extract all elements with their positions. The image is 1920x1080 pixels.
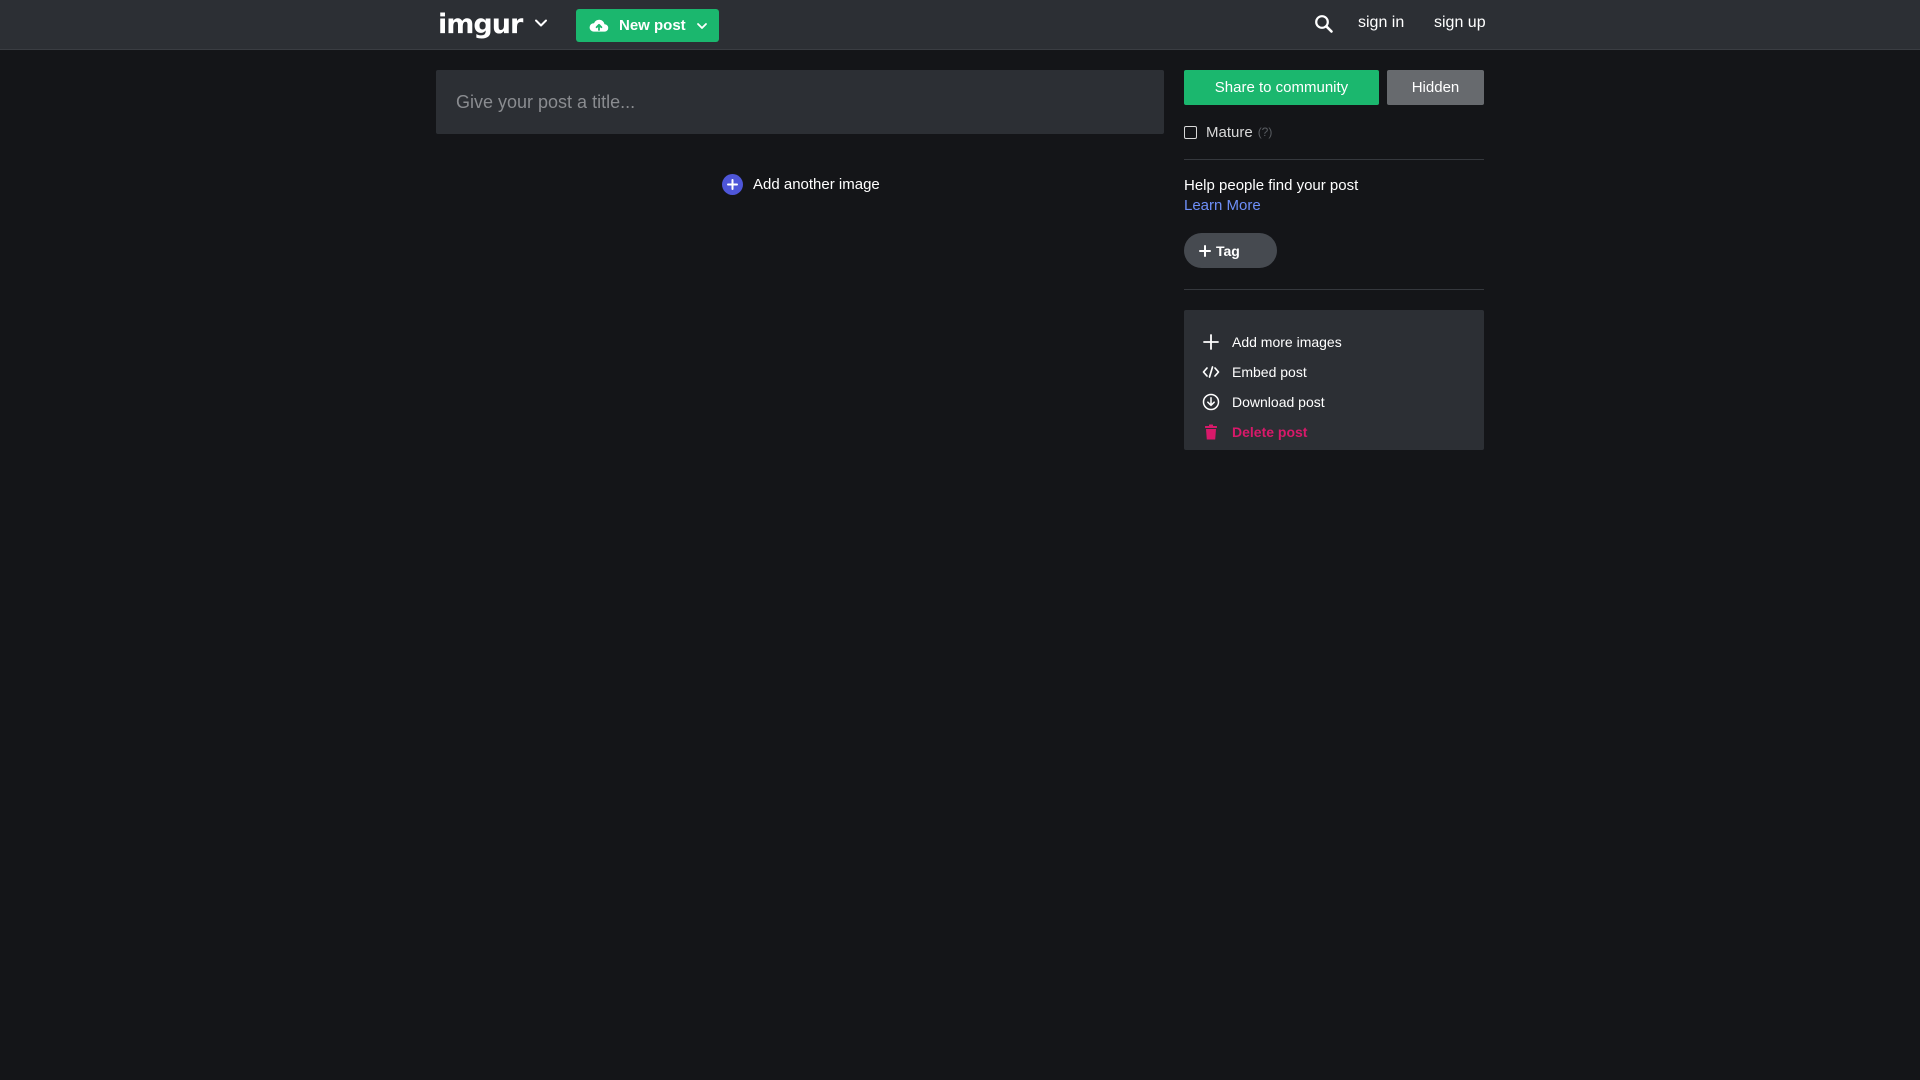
mature-help-link[interactable]: (?)	[1258, 125, 1273, 139]
trash-icon	[1205, 424, 1217, 440]
add-tag-button[interactable]: Tag	[1184, 233, 1277, 268]
plus-circle-icon	[722, 173, 743, 195]
post-title-input[interactable]	[436, 70, 1164, 134]
tag-help-text: Help people find your post	[1184, 177, 1359, 194]
top-navigation-bar: imgur New post sign in sign up	[0, 0, 1920, 50]
delete-post-label: Delete post	[1232, 424, 1308, 440]
sign-up-link[interactable]: sign up	[1434, 14, 1486, 32]
post-actions-panel: Add more images Embed post Download post…	[1184, 310, 1484, 450]
mature-checkbox[interactable]	[1184, 125, 1197, 139]
add-another-image-button[interactable]: Add another image	[722, 173, 880, 195]
sidebar-divider	[1184, 159, 1484, 160]
sidebar-divider	[1184, 289, 1484, 290]
cloud-upload-icon	[589, 19, 609, 32]
chevron-down-icon	[696, 22, 707, 29]
mature-label[interactable]: Mature	[1206, 124, 1253, 141]
search-icon[interactable]	[1314, 14, 1334, 34]
plus-icon	[1199, 244, 1211, 257]
tag-label: Tag	[1216, 242, 1240, 259]
share-to-community-button[interactable]: Share to community	[1184, 70, 1379, 105]
add-more-images-label: Add more images	[1232, 334, 1342, 350]
new-post-label: New post	[619, 17, 686, 34]
hidden-visibility-button[interactable]: Hidden	[1387, 70, 1484, 105]
download-post-action[interactable]: Download post	[1202, 392, 1325, 412]
download-post-label: Download post	[1232, 394, 1325, 410]
logo-text: imgur	[438, 9, 523, 40]
post-title-container	[436, 70, 1164, 134]
imgur-logo[interactable]: imgur	[438, 8, 523, 42]
mature-option: Mature (?)	[1184, 123, 1272, 141]
download-icon	[1202, 393, 1220, 411]
delete-post-action[interactable]: Delete post	[1202, 422, 1307, 442]
embed-post-action[interactable]: Embed post	[1202, 362, 1307, 382]
add-another-image-label: Add another image	[753, 175, 880, 193]
sign-in-link[interactable]: sign in	[1358, 14, 1404, 32]
plus-icon	[1203, 334, 1219, 350]
code-icon	[1202, 366, 1220, 378]
chevron-down-icon[interactable]	[532, 14, 550, 32]
embed-post-label: Embed post	[1232, 364, 1307, 380]
add-more-images-action[interactable]: Add more images	[1202, 332, 1342, 352]
learn-more-link[interactable]: Learn More	[1184, 197, 1261, 214]
new-post-button[interactable]: New post	[576, 9, 719, 42]
